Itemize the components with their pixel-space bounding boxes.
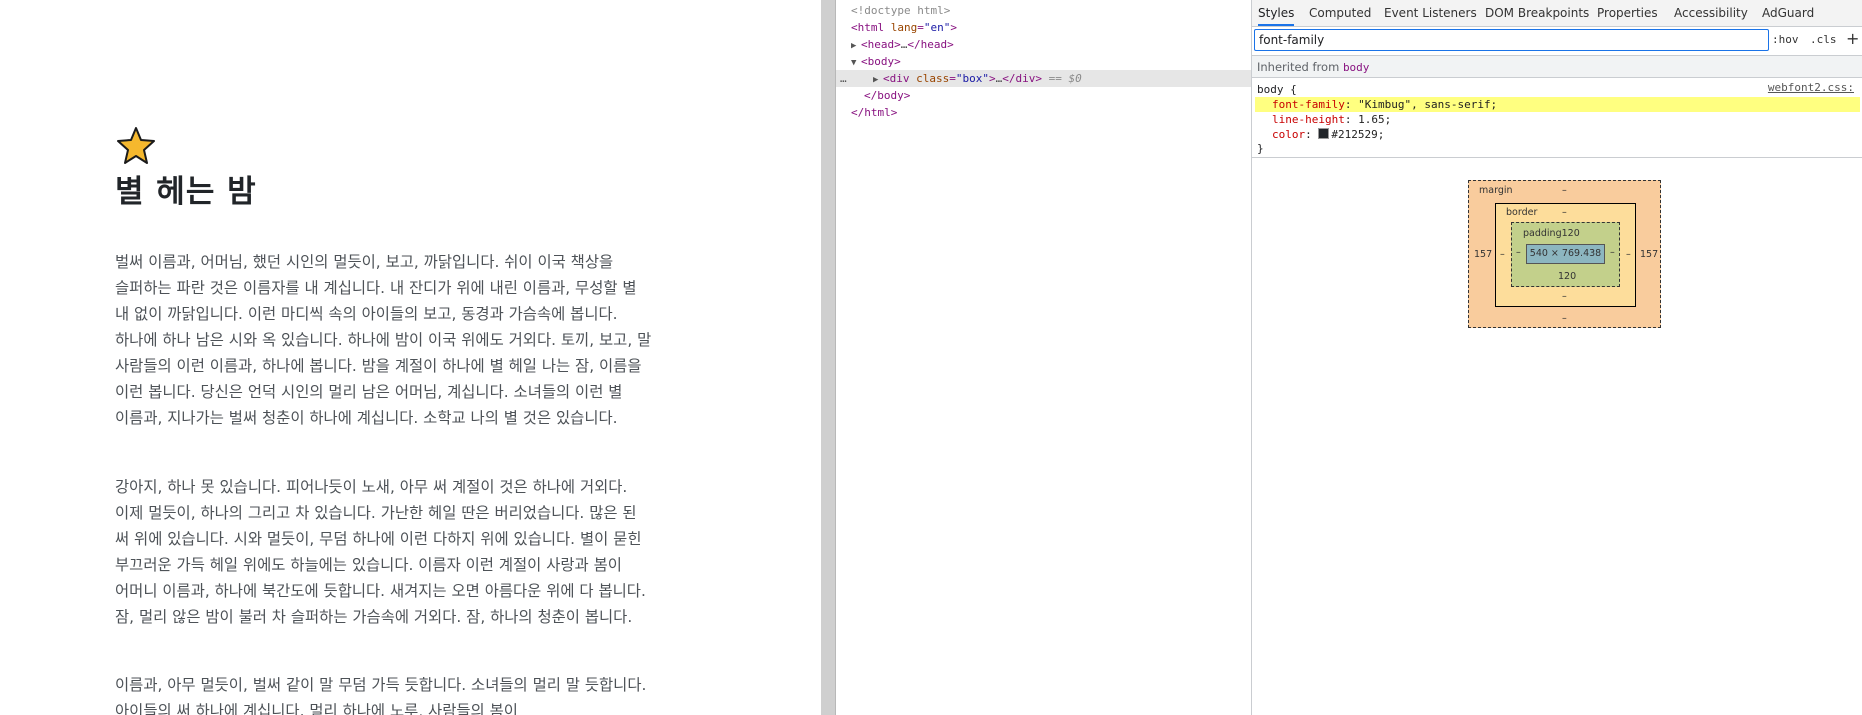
styles-sidebar: Styles Computed Event Listeners DOM Brea… (1252, 0, 1862, 715)
padding-right-value[interactable]: – (1610, 247, 1615, 258)
property-name: color (1272, 128, 1306, 141)
hov-toggle[interactable]: :hov (1772, 33, 1799, 46)
selected-node-marker: == $0 (1048, 72, 1082, 85)
dom-line-div-selected[interactable]: … ▶ <div class="box">…</div> == $0 (836, 70, 1251, 87)
elements-panel: <!doctype html> <html lang="en"> ▶ <head>… (836, 0, 1251, 715)
box-model-padding[interactable]: padding120 120 – – 540 × 769.438 (1511, 222, 1620, 287)
property-name: font-family (1272, 98, 1345, 111)
border-left-value[interactable]: – (1500, 249, 1505, 260)
margin-top-value[interactable]: – (1562, 185, 1567, 196)
border-right-value[interactable]: – (1626, 249, 1631, 260)
dom-line-html[interactable]: <html lang="en"> (851, 19, 1266, 36)
rule-selector[interactable]: body { (1257, 82, 1297, 97)
margin-bottom-value[interactable]: – (1562, 313, 1567, 324)
tab-computed[interactable]: Computed (1309, 0, 1371, 26)
tab-event-listeners[interactable]: Event Listeners (1384, 0, 1477, 26)
dom-line-doctype[interactable]: <!doctype html> (851, 2, 1266, 19)
doctype-text: <!doctype html> (851, 4, 951, 17)
tab-properties[interactable]: Properties (1597, 0, 1658, 26)
html-tag: html (857, 21, 885, 34)
div-attr-value: "box" (955, 72, 989, 85)
margin-label: margin (1479, 185, 1513, 196)
dom-line-body[interactable]: ▼ <body> (851, 53, 1266, 70)
head-tag: head (867, 38, 895, 51)
property-value: "Kimbug", sans-serif; (1358, 98, 1498, 111)
html-attr: lang (890, 21, 918, 34)
box-model-diagram: margin – – 157 157 border – – – – paddin… (1468, 180, 1661, 328)
head-close-tag: head (920, 38, 948, 51)
dom-line-head[interactable]: ▶ <head>…</head> (851, 36, 1266, 53)
margin-right-value[interactable]: 157 (1640, 249, 1658, 260)
styles-filter-input[interactable] (1254, 29, 1769, 51)
box-model-border[interactable]: border – – – – padding120 120 – – 540 × … (1495, 203, 1636, 307)
body-tag: body (867, 55, 895, 68)
color-swatch[interactable] (1318, 128, 1330, 139)
inherited-label: Inherited from (1257, 60, 1340, 74)
paragraph-1: 벌써 이름과, 어머님, 했던 시인의 멀듯이, 보고, 까닭입니다. 쉬이 이… (115, 253, 652, 427)
html-close-tag: html (864, 106, 891, 119)
tab-adguard[interactable]: AdGuard (1762, 0, 1814, 26)
tab-accessibility[interactable]: Accessibility (1674, 0, 1748, 26)
rendered-page: 별 헤는 밤 벌써 이름과, 어머님, 했던 시인의 멀듯이, 보고, 까닭입니… (0, 0, 821, 715)
paragraph-3: 이름과, 아무 멀듯이, 벌써 같이 말 무덤 가득 듯합니다. 소녀들의 멀리… (115, 676, 647, 715)
box-model-margin[interactable]: margin – – 157 157 border – – – – paddin… (1468, 180, 1661, 328)
sidebar-tabs: Styles Computed Event Listeners DOM Brea… (1252, 0, 1862, 27)
padding-label: padding120 (1523, 228, 1580, 239)
panel-resize-handle[interactable] (821, 0, 836, 715)
margin-left-value[interactable]: 157 (1474, 249, 1492, 260)
border-label: border (1506, 207, 1538, 218)
new-rule-plus-icon[interactable]: + (1846, 29, 1859, 48)
property-name: line-height (1272, 113, 1345, 126)
property-value: 1.65; (1358, 113, 1392, 126)
property-value: #212529; (1331, 128, 1385, 141)
tab-dom-breakpoints[interactable]: DOM Breakpoints (1485, 0, 1589, 26)
declaration-font-family[interactable]: font-family: "Kimbug", sans-serif; (1255, 97, 1860, 112)
rule-close-brace: } (1257, 142, 1264, 155)
html-attr-value: "en" (923, 21, 951, 34)
body-close-tag: body (877, 89, 904, 102)
tab-styles[interactable]: Styles (1258, 0, 1295, 26)
inherited-header: Inherited from body (1252, 56, 1862, 78)
inherited-selector-link[interactable]: body (1343, 61, 1370, 74)
padding-left-value[interactable]: – (1516, 247, 1521, 258)
dom-line-body-close[interactable]: </body> (864, 87, 1279, 104)
style-rule-body: body { webfont2.css: font-family: "Kimbu… (1252, 79, 1862, 158)
paragraph-2: 강아지, 하나 못 있습니다. 피어나듯이 노새, 아무 써 계절이 것은 하나… (115, 478, 646, 626)
page-title: 별 헤는 밤 (115, 174, 257, 210)
rule-source-link[interactable]: webfont2.css: (1768, 81, 1854, 94)
filter-row: :hov .cls + (1252, 27, 1862, 56)
div-close-tag: div (1015, 72, 1036, 85)
border-bottom-value[interactable]: – (1562, 291, 1567, 302)
div-attr: class (916, 72, 950, 85)
more-dots-icon[interactable]: … (836, 70, 860, 87)
div-tag: div (889, 72, 910, 85)
declaration-color[interactable]: color: #212529; (1272, 127, 1384, 142)
padding-bottom-value[interactable]: 120 (1558, 271, 1576, 282)
box-model-content[interactable]: 540 × 769.438 (1526, 244, 1605, 264)
declaration-line-height[interactable]: line-height: 1.65; (1272, 112, 1391, 127)
dom-line-html-close[interactable]: </html> (851, 104, 1266, 121)
border-top-value[interactable]: – (1562, 207, 1567, 218)
cls-toggle[interactable]: .cls (1810, 33, 1837, 46)
star-icon (117, 127, 155, 164)
